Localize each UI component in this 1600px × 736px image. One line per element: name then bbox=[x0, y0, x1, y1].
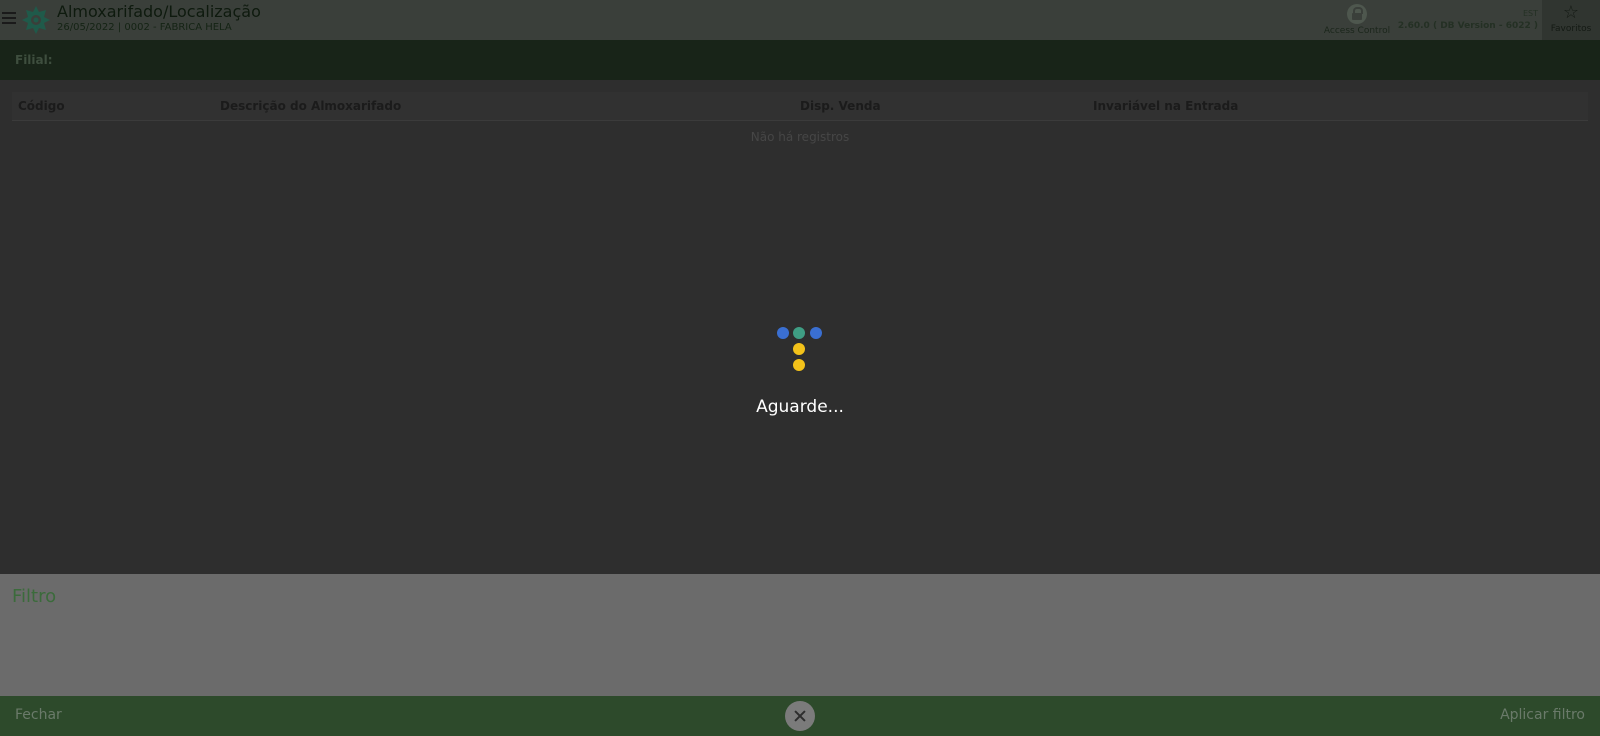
access-control-button[interactable]: Access Control bbox=[1320, 4, 1394, 38]
column-header-codigo[interactable]: Código bbox=[18, 99, 65, 113]
loading-spinner bbox=[760, 320, 840, 400]
page-title: Almoxarifado/Localização bbox=[57, 2, 261, 21]
footer-bar: Fechar Aplicar filtro bbox=[0, 696, 1600, 736]
apply-filter-link[interactable]: Aplicar filtro bbox=[1500, 707, 1585, 723]
access-control-label: Access Control bbox=[1323, 26, 1391, 36]
hamburger-menu-icon[interactable] bbox=[2, 9, 16, 29]
top-bar: Almoxarifado/Localização 26/05/2022 | 00… bbox=[0, 0, 1600, 41]
lock-icon bbox=[1347, 4, 1367, 24]
filter-title: Filtro bbox=[12, 586, 57, 607]
loading-dot bbox=[793, 343, 805, 355]
loading-dot bbox=[810, 327, 822, 339]
version-text: 2.60.0 ( DB Version - 6022 ) bbox=[1397, 21, 1538, 31]
column-header-disp-venda[interactable]: Disp. Venda bbox=[800, 99, 881, 113]
loading-dot bbox=[777, 327, 789, 339]
env-code: EST bbox=[1522, 9, 1538, 18]
loading-dot bbox=[793, 359, 805, 371]
app-logo-icon bbox=[22, 6, 50, 34]
loading-dot bbox=[793, 327, 805, 339]
favorites-button[interactable]: ☆ Favoritos bbox=[1542, 0, 1600, 40]
column-header-invariavel[interactable]: Invariável na Entrada bbox=[1093, 99, 1238, 113]
filial-bar: Filial: bbox=[0, 40, 1600, 80]
close-link[interactable]: Fechar bbox=[15, 707, 62, 723]
version-info: EST 2.60.0 ( DB Version - 6022 ) bbox=[1398, 8, 1538, 32]
column-header-descricao[interactable]: Descrição do Almoxarifado bbox=[220, 99, 401, 113]
grid-header: Código Descrição do Almoxarifado Disp. V… bbox=[12, 92, 1588, 121]
page-subtitle: 26/05/2022 | 0002 - FABRICA HELA bbox=[57, 22, 232, 33]
star-icon: ☆ bbox=[1562, 2, 1580, 23]
empty-message: Não há registros bbox=[750, 130, 850, 144]
filial-label: Filial: bbox=[15, 53, 53, 67]
filter-panel: Filtro bbox=[0, 574, 1600, 696]
close-icon[interactable] bbox=[785, 701, 815, 731]
loading-text: Aguarde... bbox=[756, 397, 844, 417]
favorites-label: Favoritos bbox=[1550, 24, 1592, 34]
